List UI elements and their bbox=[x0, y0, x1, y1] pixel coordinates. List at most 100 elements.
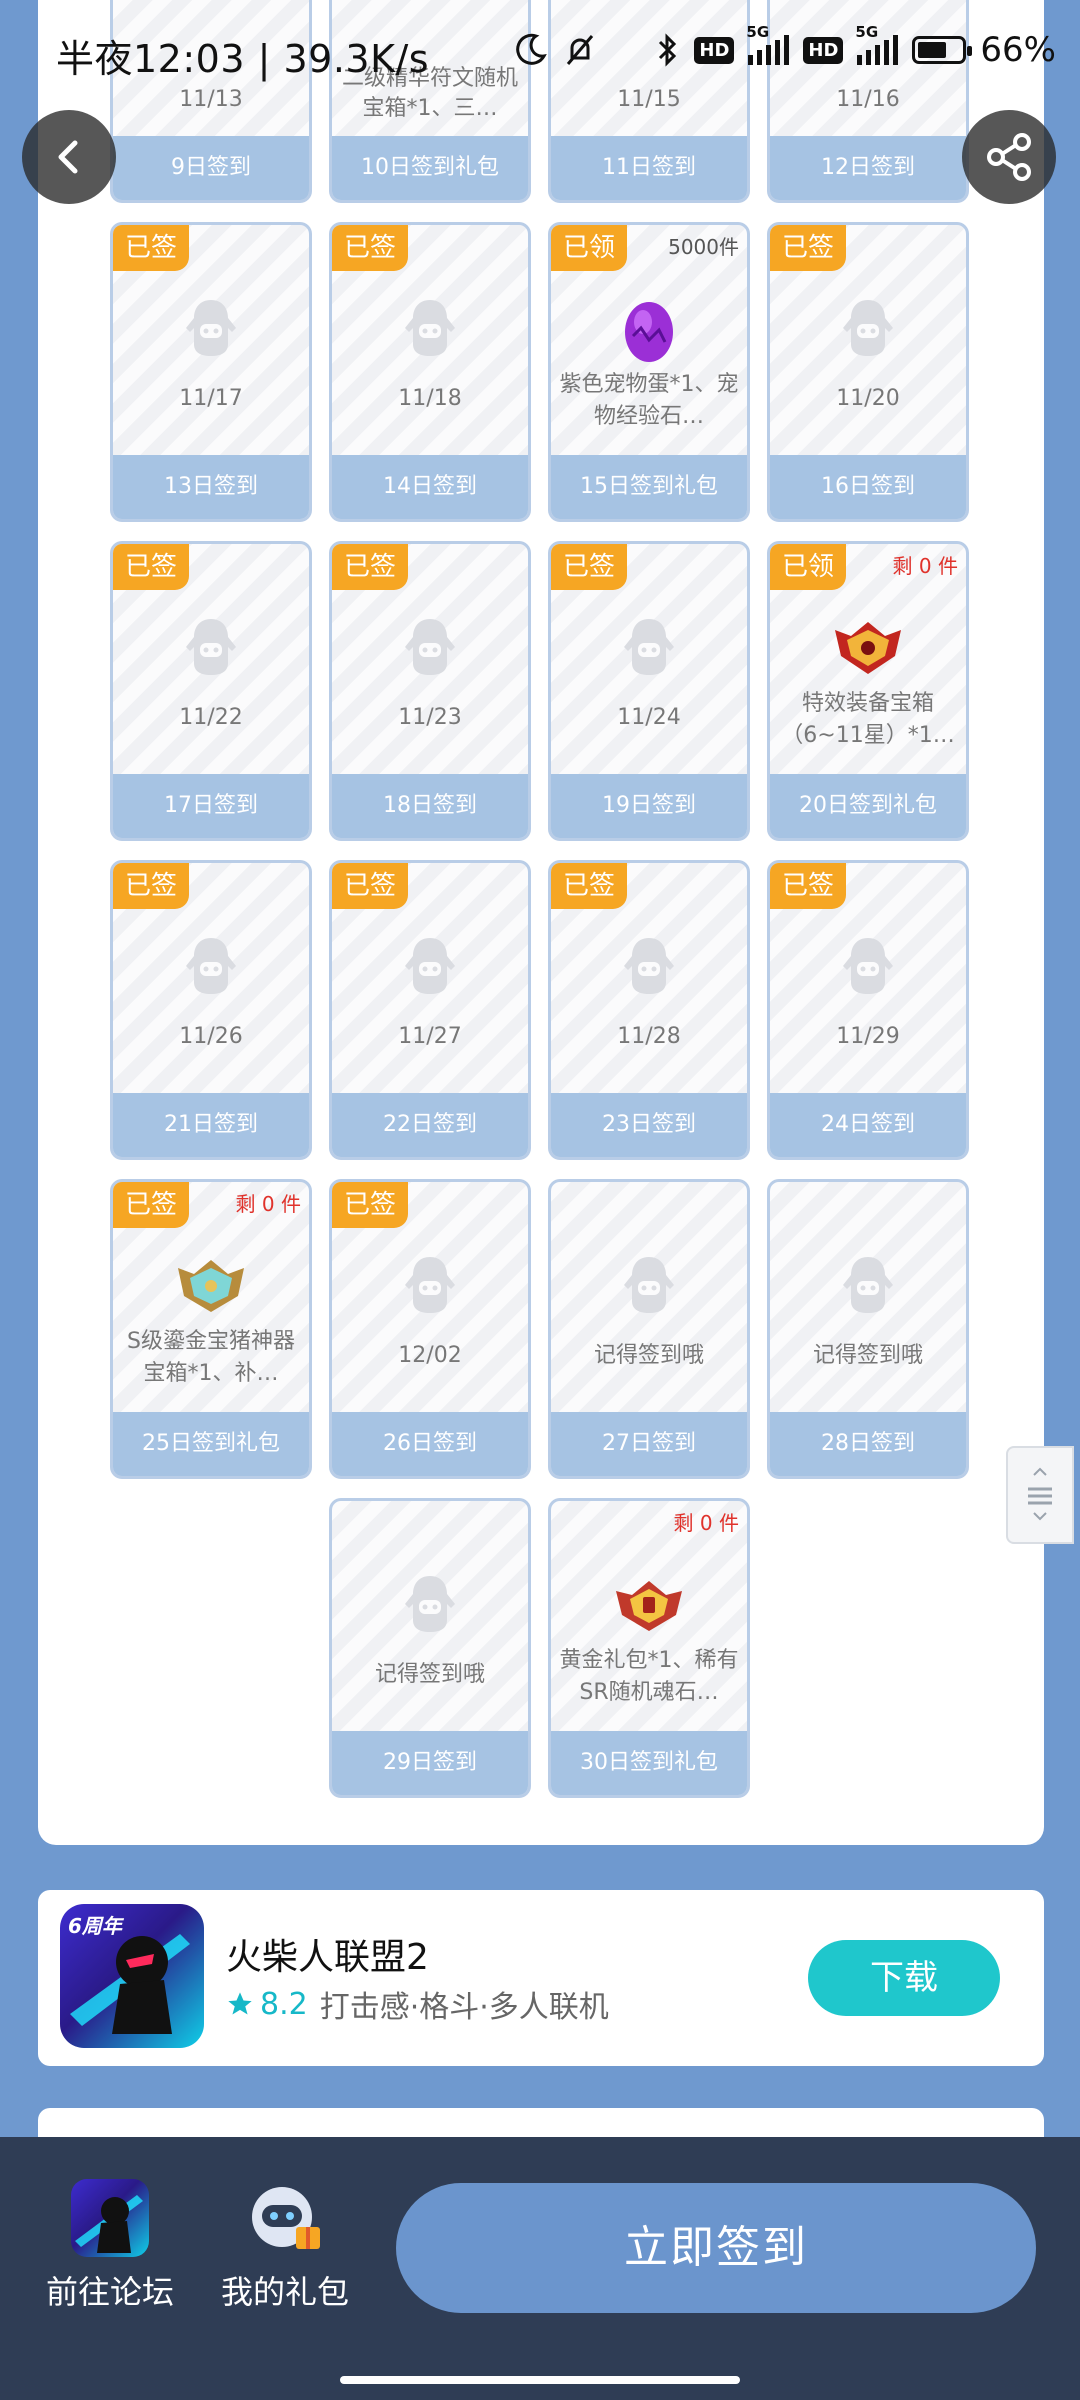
checkin-card-day-21[interactable]: 已签 11/26 21日签到 bbox=[110, 860, 312, 1160]
checkin-card-day-17[interactable]: 已签 11/22 17日签到 bbox=[110, 541, 312, 841]
placeholder-avatar-icon bbox=[828, 289, 908, 369]
status-badge: 已领 bbox=[770, 544, 846, 590]
card-subtext: 11/22 bbox=[179, 705, 243, 730]
card-subtext: 12/02 bbox=[398, 1343, 462, 1368]
checkin-card-day-27[interactable]: 记得签到哦 27日签到 bbox=[548, 1179, 750, 1479]
status-badge: 已领 bbox=[551, 225, 627, 271]
app-promo-card[interactable]: 6周年 火柴人联盟2 8.2 打击感·格斗·多人联机 下载 bbox=[38, 1890, 1044, 2066]
red-chest-icon bbox=[828, 608, 908, 688]
status-badge: 已签 bbox=[770, 863, 846, 909]
bottom-action-bar: 前往论坛 我的礼包 立即签到 bbox=[0, 2137, 1080, 2357]
checkin-card-day-22[interactable]: 已签 11/27 22日签到 bbox=[329, 860, 531, 1160]
status-bar: 半夜12:03 | 39.3K/s HD 5G HD 5G 66% bbox=[0, 0, 1080, 104]
gold-chest-icon bbox=[171, 1246, 251, 1326]
checkin-card-day-29[interactable]: 记得签到哦 29日签到 bbox=[329, 1498, 531, 1798]
battery-icon bbox=[912, 36, 973, 64]
checkin-card-day-25[interactable]: 已签 剩 0 件 S级鎏金宝猪神器宝箱*1、补… 25日签到礼包 bbox=[110, 1179, 312, 1479]
status-badge: 已签 bbox=[113, 225, 189, 271]
my-gifts-link[interactable]: 我的礼包 bbox=[205, 2179, 365, 2313]
placeholder-avatar-icon bbox=[390, 289, 470, 369]
card-day-label: 25日签到礼包 bbox=[113, 1412, 309, 1476]
back-button[interactable] bbox=[22, 110, 116, 204]
card-day-label: 17日签到 bbox=[113, 774, 309, 838]
card-day-label: 20日签到礼包 bbox=[770, 774, 966, 838]
app-tags: 打击感·格斗·多人联机 bbox=[319, 1990, 609, 2025]
checkin-card-day-28[interactable]: 记得签到哦 28日签到 bbox=[767, 1179, 969, 1479]
card-day-label: 24日签到 bbox=[770, 1093, 966, 1157]
bluetooth-icon bbox=[659, 33, 677, 67]
card-day-label: 14日签到 bbox=[332, 455, 528, 519]
my-gifts-label: 我的礼包 bbox=[220, 2273, 349, 2311]
placeholder-avatar-icon bbox=[171, 927, 251, 1007]
forum-link[interactable]: 前往论坛 bbox=[30, 2179, 190, 2313]
status-badge: 已签 bbox=[332, 1182, 408, 1228]
checkin-card-day-20[interactable]: 已领 剩 0 件特效装备宝箱（6~11星）*1… 20日签到礼包 bbox=[767, 541, 969, 841]
placeholder-avatar-icon bbox=[828, 927, 908, 1007]
card-day-label: 22日签到 bbox=[332, 1093, 528, 1157]
card-day-label: 18日签到 bbox=[332, 774, 528, 838]
card-day-label: 15日签到礼包 bbox=[551, 455, 747, 519]
signal-1-icon: 5G bbox=[746, 23, 790, 65]
card-subtext: 记得签到哦 bbox=[374, 1662, 485, 1687]
card-subtext: S级鎏金宝猪神器宝箱*1、补… bbox=[127, 1329, 295, 1386]
checkin-card-day-30[interactable]: 剩 0 件黄金礼包*1、稀有SR随机魂石… 30日签到礼包 bbox=[548, 1498, 750, 1798]
checkin-card-day-15[interactable]: 已领 5000件 紫色宠物蛋*1、宠物经验石… 15日签到礼包 bbox=[548, 222, 750, 522]
checkin-card-day-24[interactable]: 已签 11/29 24日签到 bbox=[767, 860, 969, 1160]
side-drawer-handle[interactable] bbox=[1006, 1446, 1074, 1544]
sign-now-button[interactable]: 立即签到 bbox=[396, 2183, 1036, 2313]
stock-count: 剩 0 件 bbox=[673, 1511, 739, 1535]
drag-lines-icon bbox=[1028, 1467, 1052, 1521]
status-badge: 已签 bbox=[770, 225, 846, 271]
back-arrow-icon bbox=[58, 140, 78, 174]
purple-egg-icon bbox=[609, 289, 689, 369]
card-day-label: 27日签到 bbox=[551, 1412, 747, 1476]
stock-count: 剩 0 件 bbox=[235, 1192, 301, 1216]
placeholder-avatar-icon bbox=[390, 1565, 470, 1645]
checkin-card-day-18[interactable]: 已签 11/23 18日签到 bbox=[329, 541, 531, 841]
app-icon[interactable]: 6周年 bbox=[60, 1904, 204, 2048]
placeholder-avatar-icon bbox=[390, 1246, 470, 1326]
app-meta: 8.2 打击感·格斗·多人联机 bbox=[226, 1982, 609, 2026]
checkin-card-day-23[interactable]: 已签 11/28 23日签到 bbox=[548, 860, 750, 1160]
placeholder-avatar-icon bbox=[171, 608, 251, 688]
checkin-card-day-26[interactable]: 已签 12/02 26日签到 bbox=[329, 1179, 531, 1479]
card-day-label: 9日签到 bbox=[113, 136, 309, 200]
placeholder-avatar-icon bbox=[390, 927, 470, 1007]
card-subtext: 11/17 bbox=[179, 386, 243, 411]
placeholder-avatar-icon bbox=[828, 1246, 908, 1326]
app-name: 火柴人联盟2 bbox=[226, 1937, 429, 1978]
status-badge: 已签 bbox=[332, 544, 408, 590]
placeholder-avatar-icon bbox=[609, 1246, 689, 1326]
gold-gift-icon bbox=[609, 1565, 689, 1645]
card-subtext: 11/18 bbox=[398, 386, 462, 411]
card-day-label: 12日签到 bbox=[770, 136, 966, 200]
rating-value: 8.2 bbox=[260, 1986, 308, 2022]
card-day-label: 16日签到 bbox=[770, 455, 966, 519]
placeholder-avatar-icon bbox=[171, 289, 251, 369]
card-subtext: 紫色宠物蛋*1、宠物经验石… bbox=[559, 372, 739, 429]
battery-percent: 66% bbox=[980, 30, 1056, 70]
card-subtext: 11/20 bbox=[836, 386, 900, 411]
share-button[interactable] bbox=[962, 110, 1056, 204]
placeholder-avatar-icon bbox=[390, 608, 470, 688]
hd-badge-2: HD bbox=[803, 36, 844, 64]
app-rating: 8.2 bbox=[226, 1987, 308, 2022]
checkin-card-day-16[interactable]: 已签 11/20 16日签到 bbox=[767, 222, 969, 522]
status-badge: 已签 bbox=[113, 1182, 189, 1228]
checkin-card-day-14[interactable]: 已签 11/18 14日签到 bbox=[329, 222, 531, 522]
card-subtext: 特效装备宝箱（6~11星）*1… bbox=[781, 691, 955, 748]
status-badge: 已签 bbox=[113, 544, 189, 590]
checkin-card-day-13[interactable]: 已签 11/17 13日签到 bbox=[110, 222, 312, 522]
card-subtext: 11/28 bbox=[617, 1024, 681, 1049]
placeholder-avatar-icon bbox=[609, 927, 689, 1007]
checkin-card-day-19[interactable]: 已签 11/24 19日签到 bbox=[548, 541, 750, 841]
signal-2-icon: 5G bbox=[855, 23, 899, 65]
download-button[interactable]: 下载 bbox=[808, 1940, 1000, 2016]
card-day-label: 23日签到 bbox=[551, 1093, 747, 1157]
card-subtext: 11/27 bbox=[398, 1024, 462, 1049]
share-icon bbox=[987, 133, 1031, 181]
home-indicator[interactable] bbox=[340, 2376, 740, 2384]
card-day-label: 28日签到 bbox=[770, 1412, 966, 1476]
card-day-label: 10日签到礼包 bbox=[332, 136, 528, 200]
status-badge: 已签 bbox=[113, 863, 189, 909]
